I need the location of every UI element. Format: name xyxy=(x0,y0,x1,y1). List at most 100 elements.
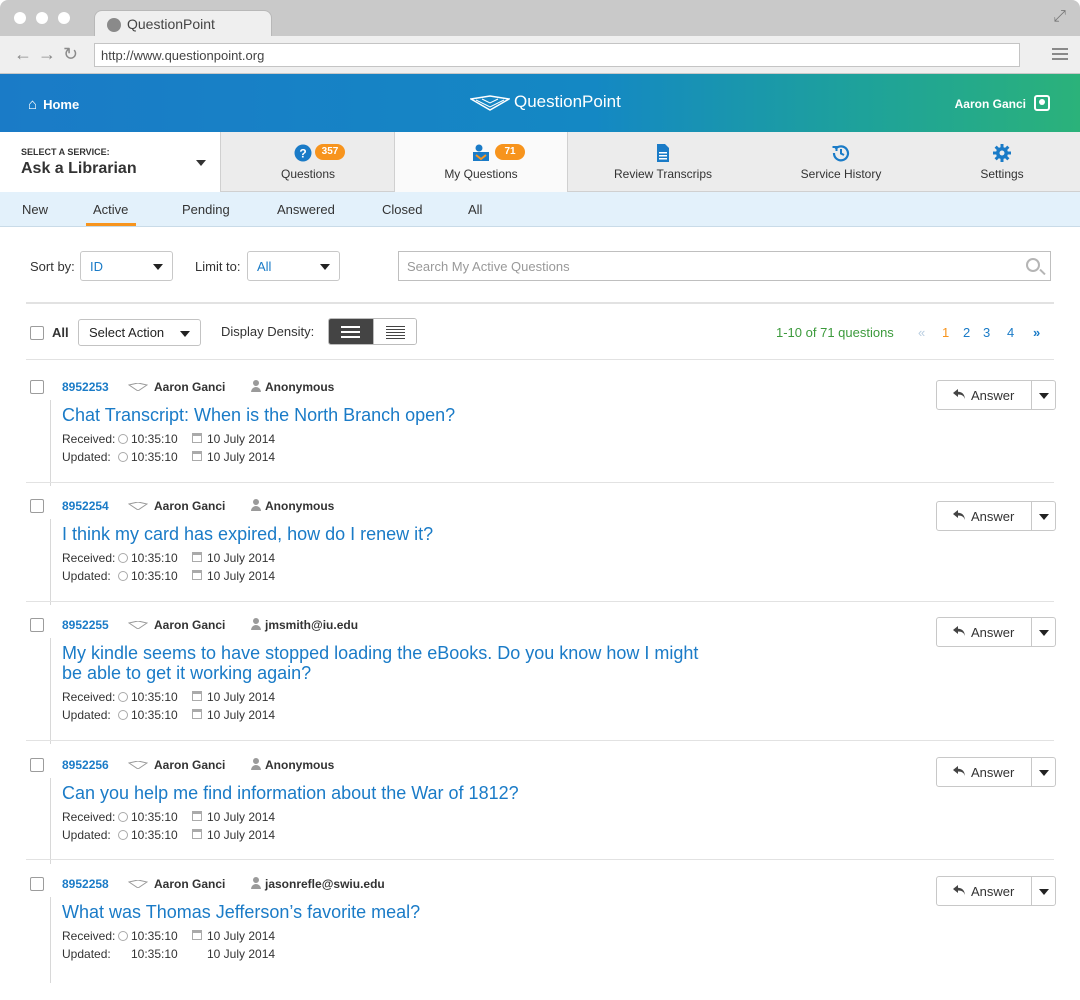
pager-first[interactable]: « xyxy=(918,325,925,340)
answer-menu-button[interactable] xyxy=(1031,757,1056,787)
question-title[interactable]: I think my card has expired, how do I re… xyxy=(62,524,702,544)
row-rail xyxy=(50,638,51,744)
pager-page-1[interactable]: 1 xyxy=(942,325,949,340)
select-action-dropdown[interactable]: Select Action xyxy=(78,319,201,346)
pager-page-4[interactable]: 4 xyxy=(1007,325,1014,340)
question-checkbox[interactable] xyxy=(30,380,44,394)
received-time: 10:35:10 xyxy=(131,551,178,565)
nav-review-transcripts[interactable]: Review Transcrips xyxy=(568,132,758,192)
fullscreen-icon[interactable]: ⤢ xyxy=(1053,8,1066,26)
address-bar[interactable]: http://www.questionpoint.org xyxy=(94,43,1020,67)
question-id[interactable]: 8952253 xyxy=(62,380,109,394)
question-librarian: Aaron Ganci xyxy=(154,618,226,632)
received-date: 10 July 2014 xyxy=(207,810,276,824)
tab-all[interactable]: All xyxy=(468,202,482,217)
question-title[interactable]: Can you help me find information about t… xyxy=(62,783,702,803)
density-compact-button[interactable] xyxy=(373,319,416,344)
answer-menu-button[interactable] xyxy=(1031,501,1056,531)
clock-icon xyxy=(118,692,128,702)
question-librarian: Aaron Ganci xyxy=(154,877,226,891)
pager-page-2[interactable]: 2 xyxy=(963,325,970,340)
question-checkbox[interactable] xyxy=(30,877,44,891)
limit-select[interactable]: All xyxy=(247,251,340,281)
question-title[interactable]: Chat Transcript: When is the North Branc… xyxy=(62,405,702,425)
updated-label: Updated: xyxy=(62,947,111,961)
forward-arrow-icon[interactable]: → xyxy=(38,44,56,65)
tab-answered[interactable]: Answered xyxy=(277,202,335,217)
user-name[interactable]: Aaron Ganci xyxy=(955,97,1026,111)
answer-button[interactable]: Answer xyxy=(936,757,1032,787)
row-rail xyxy=(50,519,51,605)
tab-new[interactable]: New xyxy=(22,202,48,217)
user-icon xyxy=(251,758,261,770)
calendar-icon xyxy=(192,451,202,461)
density-comfortable-button[interactable] xyxy=(329,319,373,344)
question-checkbox[interactable] xyxy=(30,499,44,513)
questions-count-badge: 357 xyxy=(315,144,345,160)
reload-icon[interactable]: ↻ xyxy=(63,44,78,65)
window-minimize-dot[interactable] xyxy=(36,12,48,24)
select-all-checkbox[interactable] xyxy=(30,326,44,340)
reply-icon xyxy=(953,626,965,636)
nav-settings[interactable]: Settings xyxy=(924,132,1080,192)
answer-button[interactable]: Answer xyxy=(936,380,1032,410)
window-maximize-dot[interactable] xyxy=(58,12,70,24)
received-label: Received: xyxy=(62,551,116,565)
librarian-icon xyxy=(128,761,148,769)
tab-active[interactable]: Active xyxy=(93,202,128,217)
user-icon xyxy=(251,877,261,889)
received-label: Received: xyxy=(62,690,116,704)
pager-next[interactable]: » xyxy=(1033,325,1040,340)
answer-button[interactable]: Answer xyxy=(936,501,1032,531)
updated-date: 10 July 2014 xyxy=(207,828,276,842)
question-row: 8952258 Aaron Ganci jasonrefle@swiu.edu … xyxy=(26,876,1056,997)
nav-questions[interactable]: ? 357 Questions xyxy=(221,132,395,192)
received-time: 10:35:10 xyxy=(131,929,178,943)
question-checkbox[interactable] xyxy=(30,758,44,772)
updated-label: Updated: xyxy=(62,569,111,583)
globe-icon xyxy=(107,18,121,32)
received-label: Received: xyxy=(62,810,116,824)
answer-menu-button[interactable] xyxy=(1031,876,1056,906)
question-title[interactable]: My kindle seems to have stopped loading … xyxy=(62,643,702,683)
answer-button[interactable]: Answer xyxy=(936,876,1032,906)
service-select[interactable]: SELECT A SERVICE: Ask a Librarian xyxy=(0,132,221,192)
question-checkbox[interactable] xyxy=(30,618,44,632)
updated-time: 10:35:10 xyxy=(131,569,178,583)
divider xyxy=(26,302,1054,304)
browser-tab-title: QuestionPoint xyxy=(127,16,215,32)
search-input[interactable]: Search My Active Questions xyxy=(398,251,1051,281)
answer-label: Answer xyxy=(971,625,1015,640)
answer-menu-button[interactable] xyxy=(1031,617,1056,647)
answer-label: Answer xyxy=(971,765,1015,780)
answer-button[interactable]: Answer xyxy=(936,617,1032,647)
tab-closed[interactable]: Closed xyxy=(382,202,422,217)
nav-my-questions[interactable]: 71 My Questions xyxy=(394,132,568,192)
calendar-icon xyxy=(192,570,202,580)
question-id[interactable]: 8952254 xyxy=(62,499,109,513)
question-id[interactable]: 8952258 xyxy=(62,877,109,891)
question-id[interactable]: 8952255 xyxy=(62,618,109,632)
browser-tab[interactable]: QuestionPoint xyxy=(94,10,272,38)
pager-page-3[interactable]: 3 xyxy=(983,325,990,340)
home-link[interactable]: ⌂ Home xyxy=(28,96,79,113)
question-patron: Anonymous xyxy=(265,499,335,513)
chevron-down-icon xyxy=(196,160,206,166)
updated-time: 10:35:10 xyxy=(131,450,178,464)
tab-pending[interactable]: Pending xyxy=(182,202,230,217)
result-count: 1-10 of 71 questions xyxy=(776,325,894,340)
question-title[interactable]: What was Thomas Jefferson’s favorite mea… xyxy=(62,902,702,922)
logo-text: QuestionPoint xyxy=(514,92,621,111)
question-circle-icon: ? xyxy=(294,144,312,162)
back-arrow-icon[interactable]: ← xyxy=(14,44,32,65)
answer-menu-button[interactable] xyxy=(1031,380,1056,410)
received-line: Received: 10:35:10 10 July 2014 xyxy=(62,432,362,446)
question-id[interactable]: 8952256 xyxy=(62,758,109,772)
nav-service-history[interactable]: Service History xyxy=(758,132,924,192)
sort-select[interactable]: ID xyxy=(80,251,173,281)
browser-menu-icon[interactable] xyxy=(1052,48,1068,63)
clock-icon xyxy=(118,830,128,840)
user-icon[interactable] xyxy=(1034,95,1050,111)
window-close-dot[interactable] xyxy=(14,12,26,24)
search-icon[interactable] xyxy=(1026,258,1040,272)
